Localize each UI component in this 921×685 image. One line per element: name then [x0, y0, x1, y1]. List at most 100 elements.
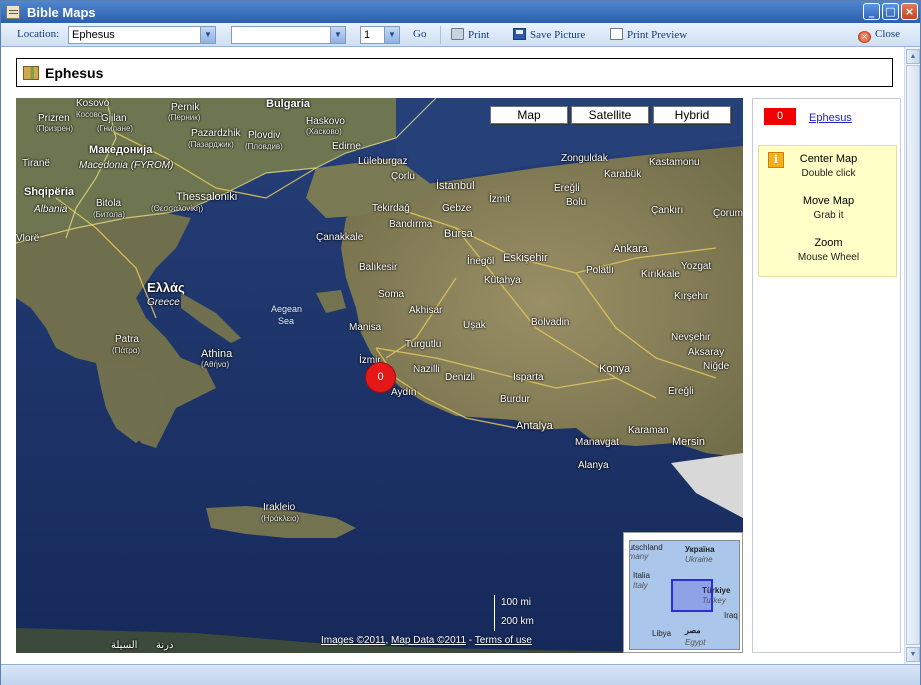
location-value: Ephesus — [72, 29, 115, 41]
terms-of-use-link[interactable]: Terms of use — [475, 635, 532, 646]
location-count-badge: 0 — [764, 108, 796, 125]
map-label: Bursa — [444, 228, 473, 240]
overview-label: Italia — [633, 571, 650, 580]
minimize-button[interactable]: _ — [863, 3, 880, 20]
window-close-button[interactable]: × — [901, 3, 918, 20]
chevron-down-icon[interactable]: ▼ — [384, 27, 399, 43]
map-label: (Перник) — [168, 113, 201, 122]
location-label: Location: — [17, 28, 60, 40]
map-label: Prizren — [38, 113, 70, 124]
map-label: Çorum — [713, 208, 743, 219]
map-label: (Хасково) — [306, 127, 342, 136]
map-label: Patra — [115, 334, 139, 345]
map-label: Macedonia (FYROM) — [79, 160, 174, 171]
go-button[interactable]: Go — [413, 28, 426, 40]
map-copyright: Images ©2011, Map Data ©2011 - Terms of … — [321, 635, 532, 646]
maximize-button[interactable]: □ — [882, 3, 899, 20]
scroll-thumb[interactable] — [906, 65, 920, 645]
overview-label: Egypt — [685, 638, 706, 647]
map-type-satellite-button[interactable]: Satellite — [571, 106, 649, 124]
map-label: Çanakkale — [316, 232, 364, 243]
map-label: Gebze — [442, 203, 472, 214]
map-icon — [23, 65, 39, 80]
scroll-down-arrow-icon[interactable]: ▼ — [906, 647, 920, 662]
map-label: Alanya — [578, 460, 609, 471]
map-label: (Призрен) — [36, 124, 73, 133]
print-button[interactable]: Print — [451, 28, 489, 41]
page-select[interactable]: 1 ▼ — [360, 26, 400, 44]
map-label: Lüleburgaz — [358, 156, 408, 167]
overview-map[interactable]: eutschland rmany Україна Ukraine Italia … — [623, 532, 743, 653]
map-label: Aegean — [271, 304, 303, 314]
chevron-down-icon[interactable]: ▼ — [200, 27, 215, 43]
overview-label: Italy — [633, 581, 648, 590]
map-label: Karaman — [628, 425, 669, 436]
map-label: Bandırma — [389, 219, 433, 230]
copyright-separator: - — [466, 635, 475, 646]
map-label: Plovdiv — [248, 130, 281, 141]
map-label: Niğde — [703, 361, 730, 372]
title-bar[interactable]: Bible Maps _ □ × — [1, 1, 920, 23]
book-icon — [6, 5, 20, 19]
map-label: Pernik — [171, 102, 200, 113]
map-label: Tiranë — [22, 158, 50, 169]
images-copyright-link[interactable]: Images ©2011 — [321, 635, 385, 646]
map-type-hybrid-button[interactable]: Hybrid — [653, 106, 731, 124]
map-label: (Гнилане) — [97, 124, 134, 133]
app-window: Bible Maps _ □ × Location: Ephesus ▼ ▼ 1… — [0, 0, 921, 685]
chevron-down-icon[interactable]: ▼ — [330, 27, 345, 43]
location-link[interactable]: Ephesus — [809, 112, 852, 124]
map-label: Македонија — [89, 144, 153, 156]
scale-bar — [494, 595, 495, 631]
map-label: Косово — [76, 110, 103, 119]
overview-map-canvas[interactable]: eutschland rmany Україна Ukraine Italia … — [629, 540, 740, 650]
scroll-up-arrow-icon[interactable]: ▲ — [906, 49, 920, 64]
map-label: Nazilli — [413, 364, 440, 375]
location-marker[interactable]: 0 — [365, 362, 396, 393]
map-label: İstanbul — [436, 180, 475, 192]
map-label: Tekirdağ — [372, 203, 410, 214]
map-label: Bulgaria — [266, 98, 311, 110]
close-button[interactable]: × Close — [858, 28, 900, 43]
print-preview-button[interactable]: Print Preview — [610, 28, 687, 41]
overview-label: rmany — [629, 552, 649, 561]
scale-miles: 100 mi — [501, 597, 532, 608]
map-label: Irakleio — [263, 502, 296, 513]
floppy-disk-icon — [513, 28, 526, 40]
map-label: Greece — [147, 297, 180, 308]
map-label: Haskovo — [306, 116, 345, 127]
map-label: درنة — [156, 640, 174, 651]
map-label: (Битола) — [93, 210, 126, 219]
map-label: Ereğli — [554, 183, 580, 194]
map-type-map-button[interactable]: Map — [490, 106, 568, 124]
scale-km: 200 km — [501, 616, 534, 627]
save-picture-button[interactable]: Save Picture — [513, 28, 585, 41]
map-label: Shqipëria — [24, 186, 75, 198]
map-label: Turgutlu — [405, 339, 442, 350]
print-label: Print — [468, 29, 490, 41]
map-label: İzmit — [489, 194, 511, 205]
map-label: Burdur — [500, 394, 531, 405]
vertical-scrollbar[interactable]: ▲ ▼ — [904, 47, 920, 664]
map-view[interactable]: Map Satellite Hybrid Kosovo Косово Perni… — [16, 98, 743, 653]
map-label: Ereğli — [668, 386, 694, 397]
overview-viewport[interactable] — [671, 579, 713, 612]
map-label: Bolvadin — [531, 317, 570, 328]
page-title: Ephesus — [45, 64, 104, 81]
map-label: Kütahya — [484, 275, 521, 286]
map-label: Aydın — [391, 387, 417, 398]
status-bar — [1, 664, 920, 685]
overview-label: Iraq — [724, 611, 738, 620]
map-label: Athina — [201, 348, 233, 360]
map-label: Antalya — [516, 420, 553, 432]
help-box: i Center Map Double click Move Map Grab … — [758, 145, 897, 277]
map-label: Bitola — [96, 198, 122, 209]
map-label: السيلة — [111, 640, 138, 651]
location-select[interactable]: Ephesus ▼ — [68, 26, 216, 44]
close-icon: × — [858, 31, 871, 43]
map-label: İnegöl — [467, 256, 495, 267]
map-label: Sea — [278, 316, 295, 326]
map-label: Balıkesir — [359, 262, 398, 273]
map-data-link[interactable]: Map Data ©2011 — [391, 635, 466, 646]
sub-location-select[interactable]: ▼ — [231, 26, 346, 44]
